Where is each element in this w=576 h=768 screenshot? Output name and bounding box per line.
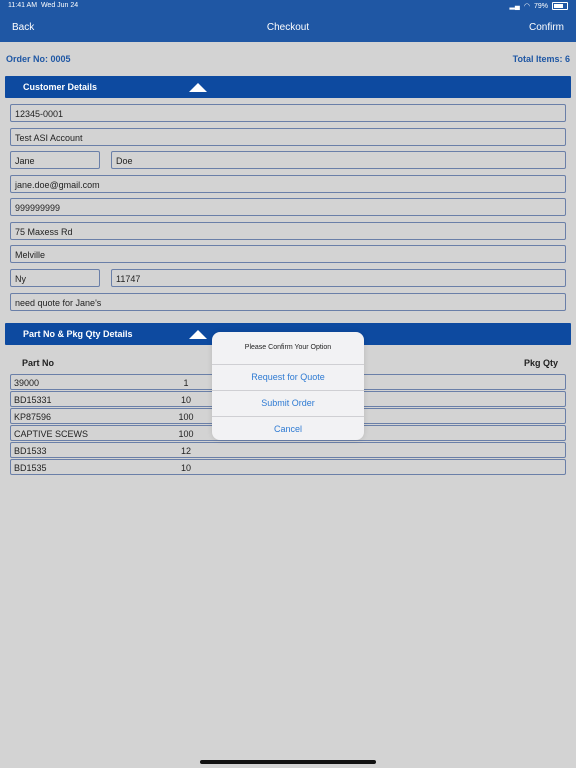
confirm-option-dialog: Please Confirm Your Option Request for Q… [212,332,364,440]
pkg-qty: 10 [180,395,191,405]
part-number: 39000 [14,378,40,388]
navigation-bar: Back Checkout Confirm [0,12,576,42]
pkg-qty: 12 [180,446,191,456]
part-number: BD15331 [14,395,52,405]
battery-percent: 79% [533,2,548,10]
order-number: Order No: 0005 [6,54,71,64]
notes-field[interactable]: need quote for Jane's [10,293,566,311]
account-name-field[interactable]: Test ASI Account [10,128,566,146]
total-items: Total Items: 6 [512,54,570,64]
customer-details-header[interactable]: Customer Details [5,76,571,98]
pkg-qty: 10 [180,463,191,473]
collapse-arrow-icon[interactable] [189,330,207,339]
state-field[interactable]: Ny [10,269,100,287]
column-header-pkg-qty: Pkg Qty [523,358,558,368]
phone-field[interactable]: 999999999 [10,198,566,216]
part-number: KP87596 [14,412,52,422]
submit-order-button[interactable]: Submit Order [212,391,364,417]
status-bar: 11:41 AM Wed Jun 24 ▂▄ ◠ 79% [0,0,576,12]
customer-details-title: Customer Details [23,82,98,92]
first-name-field[interactable]: Jane [10,151,100,169]
parts-details-title: Part No & Pkg Qty Details [23,329,133,339]
pkg-qty: 1 [183,378,189,388]
page-title: Checkout [266,22,310,33]
status-right: ▂▄ ◠ 79% [510,2,568,10]
cancel-button[interactable]: Cancel [212,417,364,440]
order-summary: Order No: 0005 Total Items: 6 [6,54,570,66]
part-number: BD1533 [14,446,47,456]
battery-icon [552,2,568,10]
dialog-message: Please Confirm Your Option [212,332,364,365]
address-field[interactable]: 75 Maxess Rd [10,222,566,240]
pkg-qty: 100 [178,412,194,422]
table-row[interactable]: BD1533 12 [10,442,566,458]
confirm-button[interactable]: Confirm [529,22,564,33]
signal-icon: ▂▄ [509,3,520,10]
wifi-icon: ◠ [523,3,530,10]
city-field[interactable]: Melville [10,245,566,263]
status-time: 11:41 AM Wed Jun 24 [8,2,79,9]
part-number: BD1535 [14,463,47,473]
table-row[interactable]: BD1535 10 [10,459,566,475]
part-number: CAPTIVE SCEWS [14,429,89,439]
collapse-arrow-icon[interactable] [189,83,207,92]
pkg-qty: 100 [178,429,194,439]
zip-field[interactable]: 11747 [111,269,566,287]
home-indicator[interactable] [200,760,376,764]
account-number-field[interactable]: 12345-0001 [10,104,566,122]
column-header-part-no: Part No [22,358,55,368]
email-field[interactable]: jane.doe@gmail.com [10,175,566,193]
last-name-field[interactable]: Doe [111,151,566,169]
request-quote-button[interactable]: Request for Quote [212,365,364,391]
